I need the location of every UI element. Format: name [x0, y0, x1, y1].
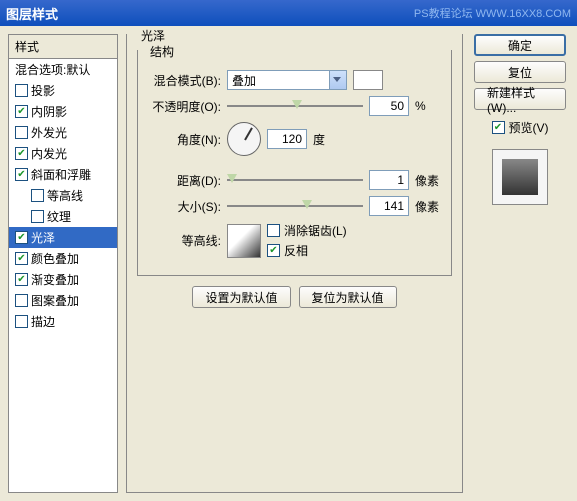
watermark-text: PS教程论坛 WWW.16XX8.COM	[414, 5, 571, 21]
distance-slider[interactable]	[227, 171, 363, 189]
styles-header[interactable]: 样式	[9, 35, 117, 59]
style-stroke[interactable]: 描边	[9, 311, 117, 332]
blend-mode-select[interactable]: 叠加	[227, 70, 347, 90]
window-title: 图层样式	[6, 4, 414, 23]
style-inner-shadow[interactable]: 内阴影	[9, 101, 117, 122]
style-outer-glow[interactable]: 外发光	[9, 122, 117, 143]
distance-unit: 像素	[415, 172, 443, 189]
reset-default-button[interactable]: 复位为默认值	[299, 286, 397, 308]
size-label: 大小(S):	[146, 198, 221, 215]
angle-label: 角度(N):	[146, 131, 221, 148]
preview-checkbox[interactable]: 预览(V)	[492, 119, 549, 136]
angle-dial[interactable]	[227, 122, 261, 156]
opacity-label: 不透明度(O):	[146, 98, 221, 115]
distance-input[interactable]: 1	[369, 170, 409, 190]
color-swatch[interactable]	[353, 70, 383, 90]
angle-input[interactable]: 120	[267, 129, 307, 149]
style-inner-glow[interactable]: 内发光	[9, 143, 117, 164]
preview-swatch	[502, 159, 538, 195]
structure-label: 结构	[146, 43, 178, 60]
settings-panel: 光泽 结构 混合模式(B): 叠加 不透明度(O): 50 % 角度(N): 1…	[126, 34, 463, 493]
action-panel: 确定 复位 新建样式(W)... 预览(V)	[471, 34, 569, 493]
contour-picker[interactable]	[227, 224, 261, 258]
blend-mode-label: 混合模式(B):	[146, 72, 221, 89]
style-contour[interactable]: 等高线	[9, 185, 117, 206]
new-style-button[interactable]: 新建样式(W)...	[474, 88, 566, 110]
size-unit: 像素	[415, 198, 443, 215]
invert-checkbox[interactable]: 反相	[267, 242, 347, 259]
style-drop-shadow[interactable]: 投影	[9, 80, 117, 101]
main-area: 样式 混合选项:默认 投影 内阴影 外发光 内发光 斜面和浮雕 等高线 纹理 光…	[0, 26, 577, 501]
angle-unit: 度	[313, 131, 341, 148]
styles-panel: 样式 混合选项:默认 投影 内阴影 外发光 内发光 斜面和浮雕 等高线 纹理 光…	[8, 34, 118, 493]
size-slider[interactable]	[227, 197, 363, 215]
opacity-unit: %	[415, 99, 443, 113]
title-bar: 图层样式 PS教程论坛 WWW.16XX8.COM	[0, 0, 577, 26]
preview-box	[492, 149, 548, 205]
settings-title: 光泽	[137, 27, 169, 44]
blend-defaults[interactable]: 混合选项:默认	[9, 59, 117, 80]
size-input[interactable]: 141	[369, 196, 409, 216]
style-texture[interactable]: 纹理	[9, 206, 117, 227]
set-default-button[interactable]: 设置为默认值	[192, 286, 290, 308]
contour-label: 等高线:	[146, 232, 221, 249]
style-satin[interactable]: 光泽	[9, 227, 117, 248]
ok-button[interactable]: 确定	[474, 34, 566, 56]
antialias-checkbox[interactable]: 消除锯齿(L)	[267, 222, 347, 239]
cancel-button[interactable]: 复位	[474, 61, 566, 83]
style-bevel[interactable]: 斜面和浮雕	[9, 164, 117, 185]
structure-group: 结构 混合模式(B): 叠加 不透明度(O): 50 % 角度(N): 120 …	[137, 50, 452, 276]
style-color-overlay[interactable]: 颜色叠加	[9, 248, 117, 269]
style-pattern-overlay[interactable]: 图案叠加	[9, 290, 117, 311]
distance-label: 距离(D):	[146, 172, 221, 189]
opacity-input[interactable]: 50	[369, 96, 409, 116]
opacity-slider[interactable]	[227, 97, 363, 115]
style-gradient-overlay[interactable]: 渐变叠加	[9, 269, 117, 290]
